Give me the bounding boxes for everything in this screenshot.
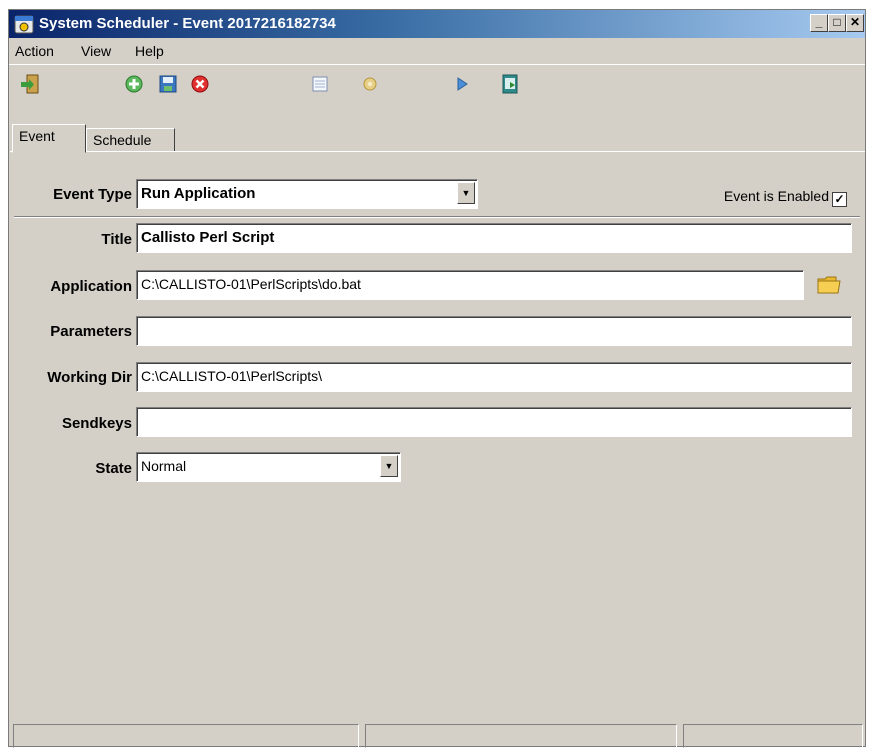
status-segment-2 (365, 724, 677, 748)
chevron-down-icon[interactable]: ▼ (380, 455, 398, 477)
application-input[interactable]: C:\CALLISTO-01\PerlScripts\do.bat (136, 270, 804, 300)
enabled-checkbox[interactable]: ✓ (832, 192, 847, 207)
title-bar[interactable]: System Scheduler - Event 2017216182734 _… (9, 10, 865, 38)
add-icon[interactable] (123, 73, 145, 95)
exit-icon[interactable] (19, 73, 41, 95)
sendkeys-label: Sendkeys (61, 415, 132, 432)
application-label: Application (50, 278, 132, 295)
parameters-label: Parameters (50, 323, 132, 340)
menu-view[interactable]: View (81, 43, 111, 59)
status-segment-3 (683, 724, 863, 748)
working-dir-label: Working Dir (47, 369, 132, 386)
toolbar (9, 64, 865, 101)
state-label: State (95, 460, 132, 477)
scheduler-window: System Scheduler - Event 2017216182734 _… (8, 9, 866, 748)
folder-open-icon[interactable] (816, 272, 842, 296)
save-icon[interactable] (157, 73, 179, 95)
menu-help[interactable]: Help (135, 43, 164, 59)
run-icon[interactable] (451, 73, 473, 95)
title-input[interactable]: Callisto Perl Script (136, 223, 852, 253)
event-type-select[interactable]: Run Application ▼ (136, 179, 478, 209)
app-icon (14, 15, 34, 34)
event-type-value: Run Application (141, 185, 256, 202)
parameters-input[interactable] (136, 316, 852, 346)
enabled-label: Event is Enabled (723, 188, 829, 204)
state-select[interactable]: Normal ▼ (136, 452, 401, 482)
enabled-toggle[interactable]: Event is Enabled ✓ (724, 188, 847, 207)
tab-schedule[interactable]: Schedule (86, 128, 175, 152)
title-label: Title (101, 231, 132, 248)
window-title: System Scheduler - Event 2017216182734 (39, 15, 336, 32)
tab-strip: Event Schedule (9, 124, 865, 153)
status-segment-1 (13, 724, 359, 748)
event-type-label: Event Type (53, 186, 132, 203)
menu-bar: Action View Help (9, 40, 865, 62)
status-bar (9, 720, 865, 748)
tab-event[interactable]: Event (12, 124, 86, 153)
settings-icon[interactable] (359, 73, 381, 95)
sendkeys-input[interactable] (136, 407, 852, 437)
divider (14, 216, 860, 218)
menu-action[interactable]: Action (15, 43, 54, 59)
state-value: Normal (141, 458, 187, 474)
minimize-button[interactable]: _ (810, 14, 828, 32)
maximize-button[interactable]: □ (828, 14, 846, 32)
working-dir-input[interactable]: C:\CALLISTO-01\PerlScripts\ (136, 362, 852, 392)
delete-icon[interactable] (189, 73, 211, 95)
close-button[interactable]: ✕ (846, 14, 864, 32)
chevron-down-icon[interactable]: ▼ (457, 182, 475, 204)
list-icon[interactable] (309, 73, 331, 95)
export-icon[interactable] (499, 73, 521, 95)
event-panel: Event Type Run Application ▼ Event is En… (10, 151, 865, 718)
